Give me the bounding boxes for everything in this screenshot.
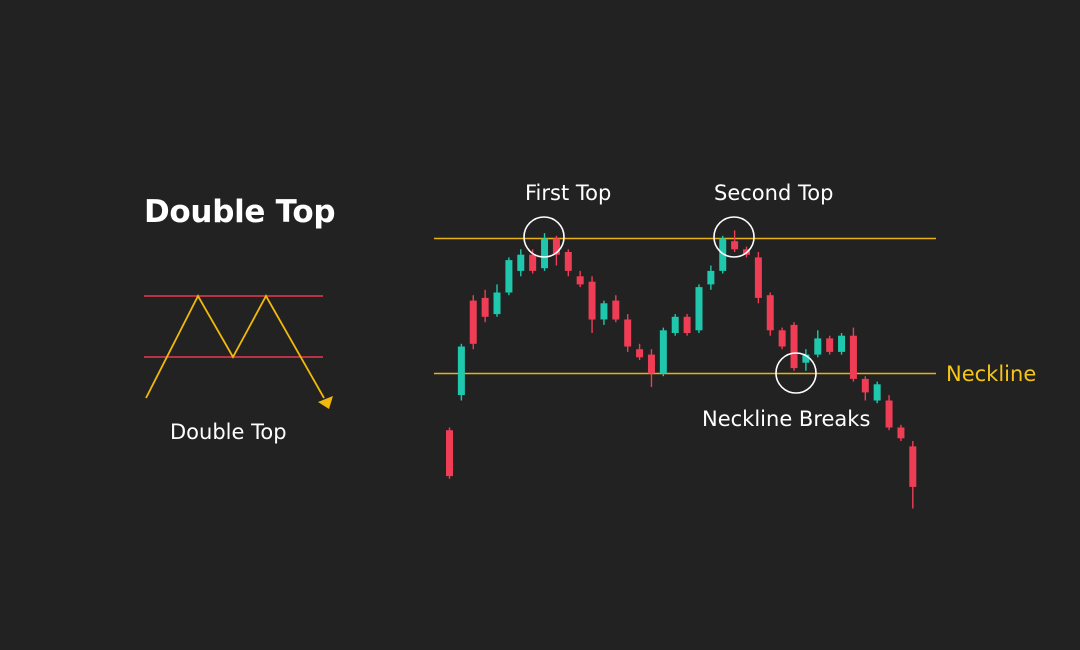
candle xyxy=(659,327,667,377)
candle xyxy=(457,343,465,401)
candle xyxy=(493,284,501,317)
candle xyxy=(885,395,893,431)
candle xyxy=(826,335,834,355)
candle xyxy=(636,343,644,360)
candle xyxy=(671,314,679,336)
candle xyxy=(790,322,798,371)
candlestick-chart xyxy=(434,216,936,509)
candle xyxy=(647,349,655,387)
candle-body xyxy=(457,346,465,396)
candle-body xyxy=(885,400,893,428)
candle xyxy=(766,292,774,336)
candle xyxy=(754,252,762,304)
candle-body xyxy=(493,292,501,315)
candle xyxy=(695,284,703,333)
candle xyxy=(446,427,453,479)
candle-body xyxy=(647,354,655,374)
annotation-label: Neckline Breaks xyxy=(702,407,871,431)
candle xyxy=(849,327,857,382)
candle xyxy=(731,230,739,252)
candle xyxy=(802,349,810,371)
candle-body xyxy=(909,446,917,487)
candle xyxy=(624,314,632,352)
candle-body xyxy=(600,303,608,320)
candle xyxy=(897,424,905,441)
candle-body xyxy=(659,330,667,374)
candle-body xyxy=(838,335,846,352)
candle-body xyxy=(695,287,703,331)
candle xyxy=(541,233,549,271)
candle-body xyxy=(897,427,905,439)
candle xyxy=(707,265,715,290)
level-label-neckline: Neckline xyxy=(946,361,1037,386)
candle-body xyxy=(576,276,584,285)
candle-body xyxy=(624,319,632,347)
candles xyxy=(446,230,917,509)
candle xyxy=(909,441,917,509)
candle xyxy=(612,295,620,323)
candle xyxy=(588,276,596,333)
candle xyxy=(505,257,513,296)
candle-body xyxy=(517,254,525,271)
candle-body xyxy=(766,295,774,331)
candle xyxy=(564,249,572,277)
candle-body xyxy=(469,300,477,344)
candle-body xyxy=(671,316,679,333)
candle-body xyxy=(778,330,786,347)
candle-body xyxy=(446,430,453,477)
candle-body xyxy=(636,349,644,358)
canvas: Double Top Double Top First Top Second To… xyxy=(0,0,1080,650)
annotation-label: Second Top xyxy=(714,181,834,205)
candle-body xyxy=(861,378,869,393)
candle-body xyxy=(505,260,513,293)
candle xyxy=(600,300,608,325)
candle-body xyxy=(529,254,537,271)
candle xyxy=(873,381,881,404)
candle-body xyxy=(826,338,834,352)
candle-body xyxy=(849,335,857,379)
candle xyxy=(814,330,822,358)
candle-body xyxy=(873,384,881,401)
candle-body xyxy=(790,324,798,369)
candle xyxy=(517,249,525,277)
candle-body xyxy=(564,252,572,271)
candle-body xyxy=(754,257,762,298)
candle-body xyxy=(612,300,620,320)
candle xyxy=(861,376,869,401)
candle-body xyxy=(814,338,822,355)
candle-body xyxy=(588,281,596,320)
candle xyxy=(576,270,584,288)
candle-body xyxy=(541,238,549,269)
candle xyxy=(838,333,846,355)
candle xyxy=(469,295,477,350)
candle-body xyxy=(731,241,739,250)
annotation-label: First Top xyxy=(525,181,612,205)
candle xyxy=(481,289,489,323)
candle-body xyxy=(707,270,715,285)
candle xyxy=(778,327,786,350)
candle-body xyxy=(481,297,489,317)
candle xyxy=(683,314,691,336)
candle-body xyxy=(683,316,691,333)
